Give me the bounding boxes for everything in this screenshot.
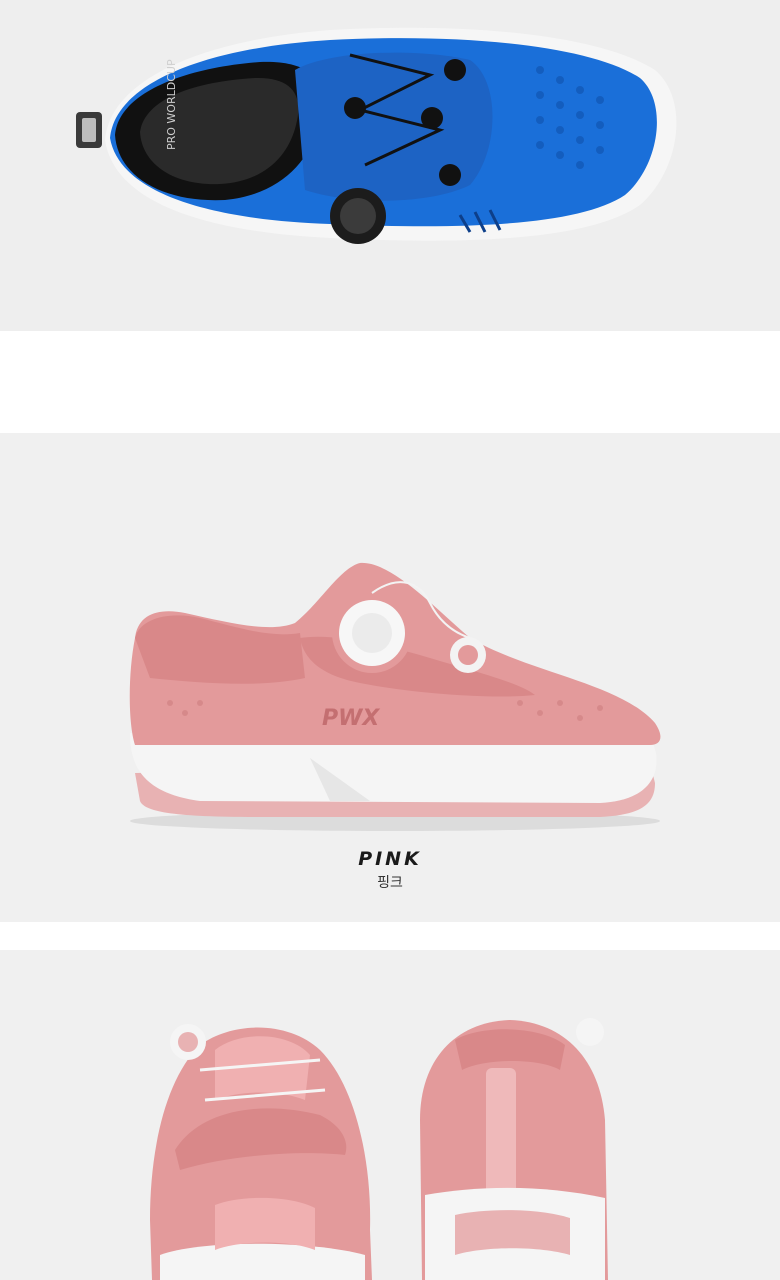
spacer xyxy=(0,331,780,433)
pink-shoe-back xyxy=(420,1018,608,1280)
product-photo-blue-top-view: PRO WORLDCUP xyxy=(0,0,780,331)
color-name-korean: 핑크 xyxy=(377,875,403,891)
brand-logo: PWX xyxy=(322,706,380,731)
insole-brand-text: PRO WORLDCUP xyxy=(165,59,178,150)
spacer xyxy=(0,922,780,950)
blue-shoe-illustration: PRO WORLDCUP xyxy=(76,27,677,244)
product-photo-pink-front-back-view xyxy=(0,950,780,1280)
pink-shoes-front-back-illustration xyxy=(150,1018,608,1280)
color-name-english: PINK xyxy=(358,848,422,870)
dial-icon xyxy=(330,188,386,244)
pink-shoe-front xyxy=(150,1024,372,1280)
dial-icon xyxy=(170,1024,206,1060)
dial-icon xyxy=(332,593,412,673)
